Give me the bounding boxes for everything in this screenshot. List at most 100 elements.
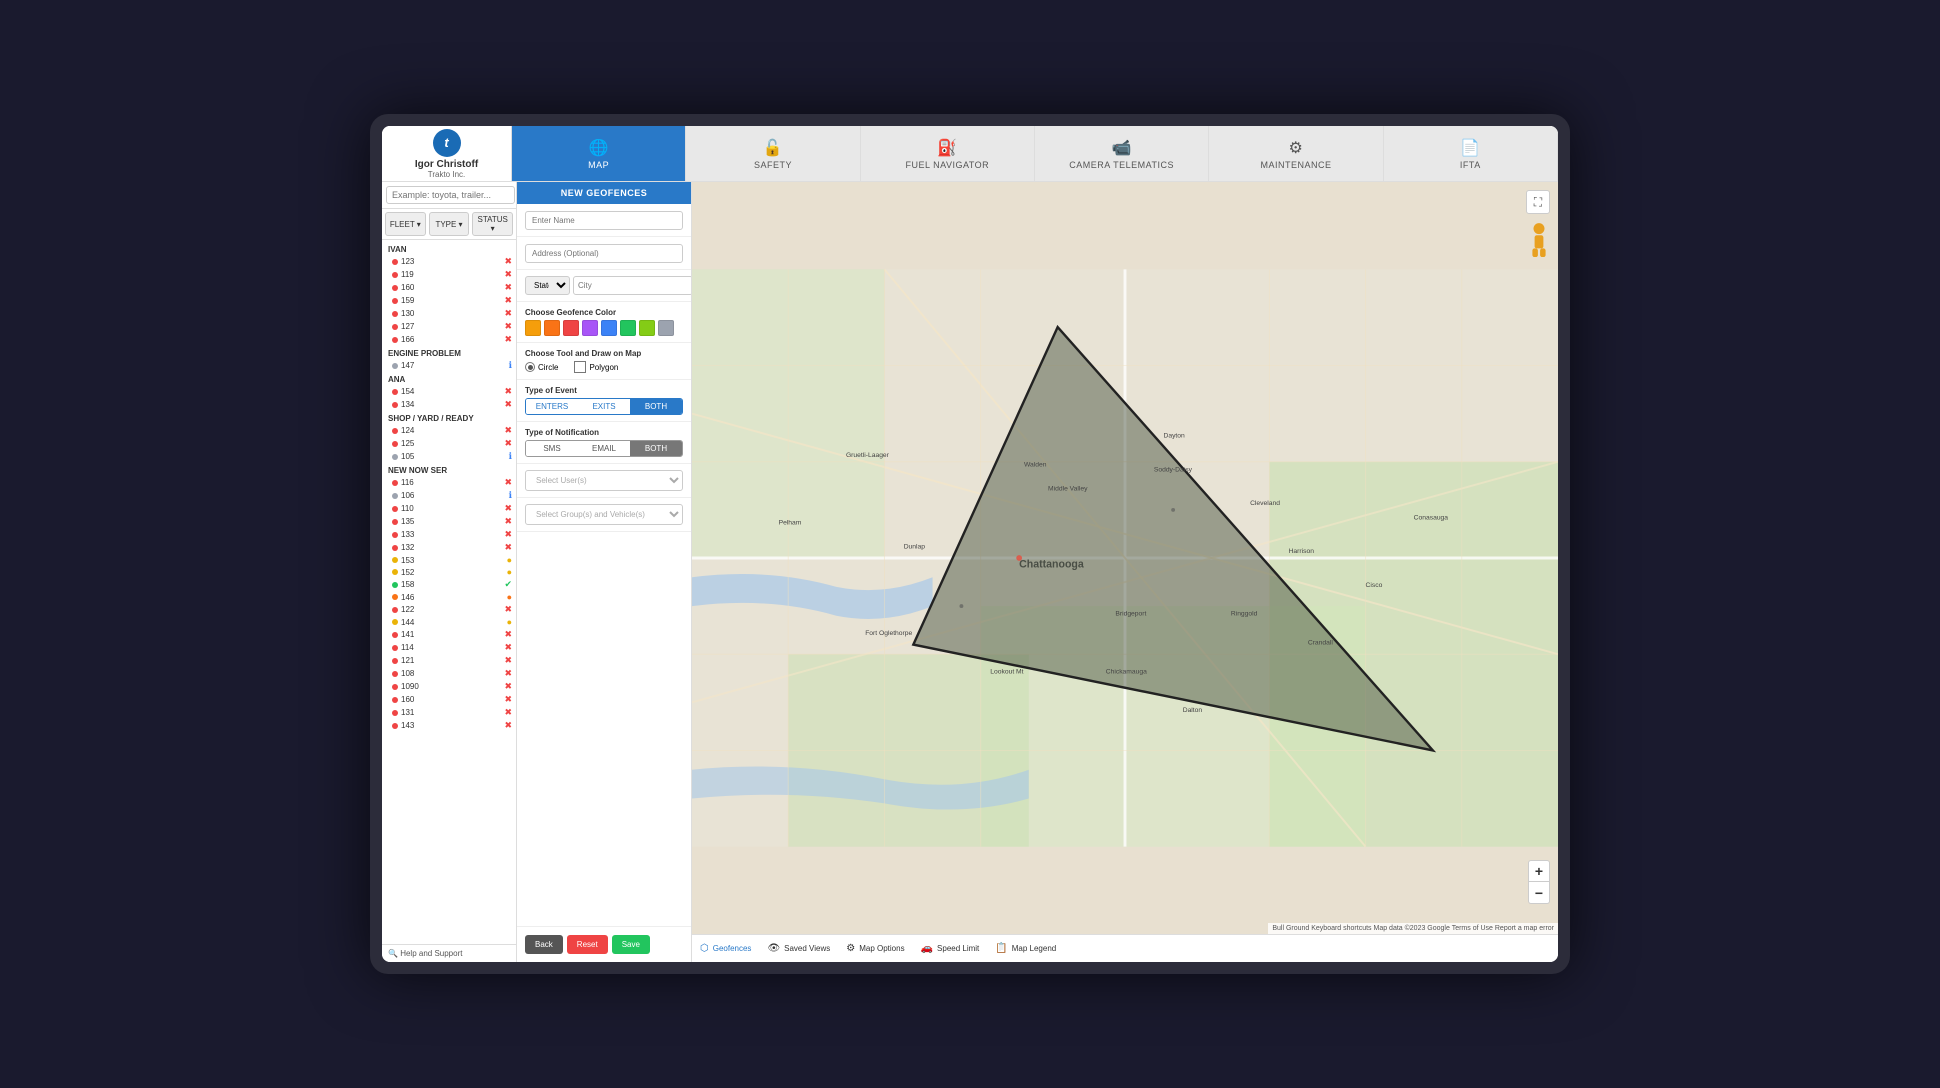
- event-both[interactable]: BOTH: [630, 399, 682, 414]
- list-item[interactable]: 133✖: [382, 528, 516, 541]
- location-section: State: [517, 270, 691, 302]
- color-swatch-orange[interactable]: [544, 320, 560, 336]
- list-item[interactable]: 153●: [382, 554, 516, 566]
- color-swatch-blue[interactable]: [601, 320, 617, 336]
- list-item[interactable]: 125✖: [382, 437, 516, 450]
- map-background: Chattanooga Dayton Cleveland Harrison Br…: [692, 182, 1558, 934]
- color-swatch-gray[interactable]: [658, 320, 674, 336]
- list-item[interactable]: 1090✖: [382, 680, 516, 693]
- list-item[interactable]: 131✖: [382, 706, 516, 719]
- list-item[interactable]: 119✖: [382, 268, 516, 281]
- nav-brand[interactable]: t Igor Christoff Trakto Inc.: [382, 126, 512, 181]
- name-section: [517, 204, 691, 237]
- tab-map-label: MAP: [588, 160, 609, 170]
- tab-fuel[interactable]: ⛽ FUEL NAVIGATOR: [861, 126, 1035, 181]
- users-select[interactable]: Select User(s): [525, 470, 683, 491]
- list-item[interactable]: 144●: [382, 616, 516, 628]
- list-item[interactable]: 132✖: [382, 541, 516, 554]
- list-item[interactable]: 158✔: [382, 578, 516, 591]
- list-item[interactable]: 127✖: [382, 320, 516, 333]
- tool-geofences[interactable]: ⬡ Geofences: [700, 943, 751, 954]
- sidebar-footer[interactable]: 🔍 Help and Support: [382, 944, 516, 962]
- map-expand-button[interactable]: ⛶: [1526, 190, 1550, 214]
- geofence-name-input[interactable]: [525, 211, 683, 230]
- svg-text:Conasauga: Conasauga: [1414, 515, 1449, 522]
- color-swatch-amber[interactable]: [525, 320, 541, 336]
- list-item[interactable]: 116✖: [382, 476, 516, 489]
- notif-email[interactable]: EMAIL: [578, 441, 630, 456]
- list-item[interactable]: 108✖: [382, 667, 516, 680]
- list-item[interactable]: 154✖: [382, 385, 516, 398]
- tool-map-legend[interactable]: 📋 Map Legend: [995, 943, 1056, 954]
- list-item[interactable]: 160✖: [382, 693, 516, 706]
- tab-camera[interactable]: 📹 CAMERA TELEMATICS: [1035, 126, 1209, 181]
- svg-text:Crandall: Crandall: [1308, 640, 1334, 647]
- zoom-in-button[interactable]: +: [1528, 860, 1550, 882]
- users-section: Select User(s): [517, 464, 691, 498]
- notif-sms[interactable]: SMS: [526, 441, 578, 456]
- list-item[interactable]: 141✖: [382, 628, 516, 641]
- search-input[interactable]: [386, 186, 515, 204]
- color-swatch-green[interactable]: [620, 320, 636, 336]
- street-view-icon[interactable]: [1528, 222, 1550, 254]
- list-item[interactable]: 130✖: [382, 307, 516, 320]
- color-swatch-lime[interactable]: [639, 320, 655, 336]
- list-item[interactable]: 121✖: [382, 654, 516, 667]
- tool-map-options[interactable]: ⚙ Map Options: [846, 943, 904, 954]
- list-item[interactable]: 147ℹ: [382, 359, 516, 372]
- list-item[interactable]: 160✖: [382, 281, 516, 294]
- list-item[interactable]: 122✖: [382, 603, 516, 616]
- safety-icon: 🔓: [763, 138, 783, 158]
- brand-sub: Trakto Inc.: [428, 170, 466, 179]
- groups-select[interactable]: Select Group(s) and Vehicle(s): [525, 504, 683, 525]
- event-exits[interactable]: EXITS: [578, 399, 630, 414]
- list-item[interactable]: 134✖: [382, 398, 516, 411]
- reset-button[interactable]: Reset: [567, 935, 608, 954]
- address-input[interactable]: [525, 244, 683, 263]
- color-swatch-red[interactable]: [563, 320, 579, 336]
- bottom-toolbar: ⬡ Geofences 👁 Saved Views ⚙ Map Options …: [692, 934, 1558, 962]
- list-item[interactable]: 135✖: [382, 515, 516, 528]
- list-item[interactable]: 159✖: [382, 294, 516, 307]
- city-input[interactable]: [573, 276, 692, 295]
- group-ana: ANA: [382, 372, 516, 385]
- svg-text:Cleveland: Cleveland: [1250, 500, 1280, 507]
- tool-speed-limit[interactable]: 🚗 Speed Limit: [921, 943, 980, 954]
- tab-safety[interactable]: 🔓 SAFETY: [686, 126, 860, 181]
- type-filter[interactable]: TYPE ▾: [429, 212, 470, 236]
- map-area[interactable]: Chattanooga Dayton Cleveland Harrison Br…: [692, 182, 1558, 934]
- nav-tabs: 🌐 MAP 🔓 SAFETY ⛽ FUEL NAVIGATOR 📹 CAMERA…: [512, 126, 1558, 181]
- tab-map[interactable]: 🌐 MAP: [512, 126, 686, 181]
- tool-saved-views[interactable]: 👁 Saved Views: [767, 943, 830, 954]
- main-content: 🔍 FLEET ▾ TYPE ▾ STATUS ▾ IVAN 123✖ 119✖…: [382, 182, 1558, 962]
- list-item[interactable]: 152●: [382, 566, 516, 578]
- notification-label: Type of Notification: [525, 428, 683, 437]
- notif-both[interactable]: BOTH: [630, 441, 682, 456]
- save-button[interactable]: Save: [612, 935, 650, 954]
- list-item[interactable]: 143✖: [382, 719, 516, 732]
- list-item[interactable]: 146●: [382, 591, 516, 603]
- state-select[interactable]: State: [525, 276, 570, 295]
- zoom-out-button[interactable]: −: [1528, 882, 1550, 904]
- list-item[interactable]: 123✖: [382, 255, 516, 268]
- circle-tool[interactable]: Circle: [525, 362, 558, 372]
- back-button[interactable]: Back: [525, 935, 563, 954]
- tool-section: Choose Tool and Draw on Map Circle Polyg…: [517, 343, 691, 380]
- list-item[interactable]: 105ℹ: [382, 450, 516, 463]
- list-item[interactable]: 124✖: [382, 424, 516, 437]
- tab-ifta[interactable]: 📄 IFTA: [1384, 126, 1558, 181]
- list-item[interactable]: 110✖: [382, 502, 516, 515]
- list-item[interactable]: 106ℹ: [382, 489, 516, 502]
- color-swatch-purple[interactable]: [582, 320, 598, 336]
- tab-maintenance[interactable]: ⚙ MAINTENANCE: [1209, 126, 1383, 181]
- status-filter[interactable]: STATUS ▾: [472, 212, 513, 236]
- polygon-tool[interactable]: Polygon: [574, 361, 618, 373]
- address-section: [517, 237, 691, 270]
- fleet-filter[interactable]: FLEET ▾: [385, 212, 426, 236]
- logo-icon: t: [433, 129, 461, 157]
- notification-toggle: SMS EMAIL BOTH: [525, 440, 683, 457]
- list-item[interactable]: 114✖: [382, 641, 516, 654]
- map-options-label: Map Options: [859, 944, 904, 953]
- list-item[interactable]: 166✖: [382, 333, 516, 346]
- event-enters[interactable]: ENTERS: [526, 399, 578, 414]
